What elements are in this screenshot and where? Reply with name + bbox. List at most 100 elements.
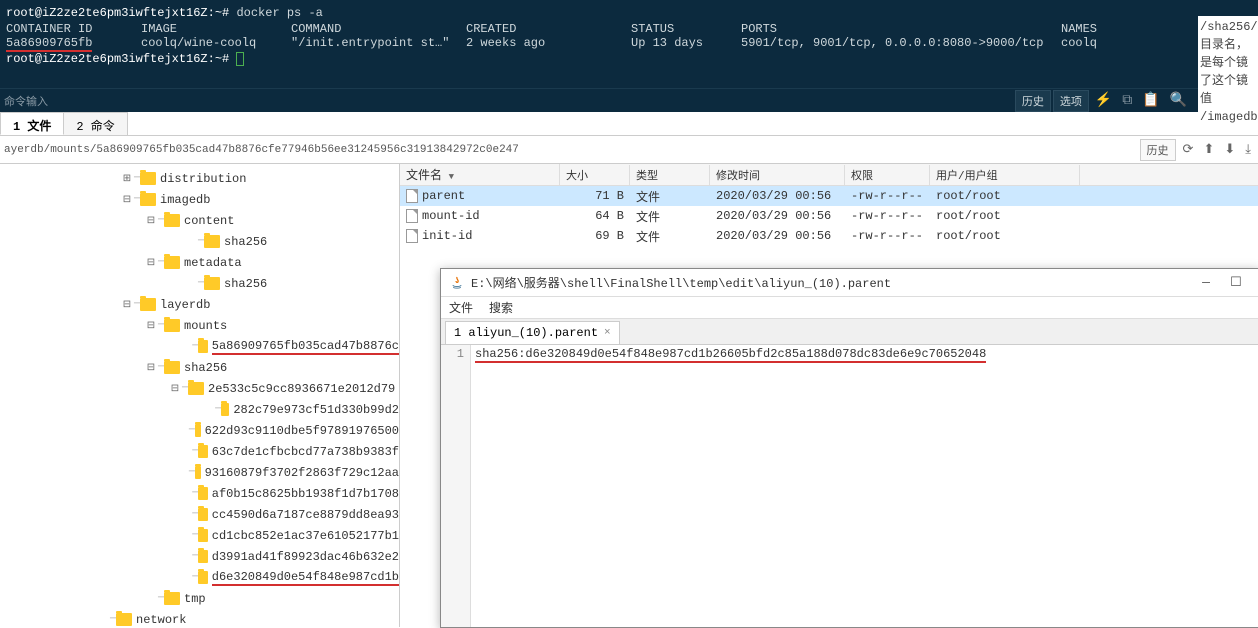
tree-node[interactable]: ⊞─distribution	[0, 168, 399, 189]
tree-node[interactable]: ─93160879f3702f2863f729c12aa	[0, 462, 399, 483]
download-all-icon[interactable]: ⤓	[1242, 140, 1254, 159]
col-perm[interactable]: 权限	[845, 165, 930, 185]
path-text[interactable]: ayerdb/mounts/5a86909765fb035cad47b8876c…	[4, 144, 1136, 156]
file-row[interactable]: parent71 B文件2020/03/29 00:56-rw-r--r--ro…	[400, 186, 1258, 206]
file-name: init-id	[422, 229, 472, 243]
folder-icon	[198, 550, 207, 563]
folder-icon	[140, 172, 156, 185]
folder-icon	[198, 508, 207, 521]
tree-node[interactable]: ─af0b15c8625bb1938f1d7b1708	[0, 483, 399, 504]
tree-node[interactable]: ─d6e320849d0e54f848e987cd1b	[0, 567, 399, 588]
tree-label: 622d93c9110dbe5f97891976500	[205, 424, 399, 438]
command-input-label[interactable]: 命令输入	[4, 93, 1015, 109]
folder-icon	[198, 487, 207, 500]
file-row[interactable]: mount-id64 B文件2020/03/29 00:56-rw-r--r--…	[400, 206, 1258, 226]
folder-tree[interactable]: ⊞─distribution⊟─imagedb⊟─content─sha256⊟…	[0, 164, 400, 627]
cursor-icon	[236, 52, 244, 66]
folder-icon	[204, 235, 220, 248]
download-icon[interactable]: ⬇	[1221, 140, 1238, 159]
refresh-icon[interactable]: ⟳	[1180, 140, 1197, 159]
file-owner: root/root	[930, 207, 1080, 225]
folder-icon	[198, 529, 207, 542]
tree-node[interactable]: ─tmp	[0, 588, 399, 609]
tree-node[interactable]: ─cc4590d6a7187ce8879dd8ea93	[0, 504, 399, 525]
tree-node[interactable]: ─282c79e973cf51d330b99d2	[0, 399, 399, 420]
folder-icon	[164, 319, 180, 332]
tree-node[interactable]: ⊟─metadata	[0, 252, 399, 273]
tree-node[interactable]: ─cd1cbc852e1ac37e61052177b1	[0, 525, 399, 546]
tree-label: sha256	[224, 277, 267, 291]
collapse-icon[interactable]: ⊟	[144, 215, 158, 227]
tree-node[interactable]: ─network	[0, 609, 399, 627]
path-history-button[interactable]: 历史	[1140, 139, 1176, 161]
folder-icon	[164, 256, 180, 269]
menu-search[interactable]: 搜索	[489, 299, 513, 316]
tree-label: sha256	[224, 235, 267, 249]
tree-node[interactable]: ─622d93c9110dbe5f97891976500	[0, 420, 399, 441]
collapse-icon[interactable]: ⊟	[144, 320, 158, 332]
minimize-button[interactable]: —	[1191, 275, 1221, 290]
file-type: 文件	[630, 206, 710, 227]
file-owner: root/root	[930, 227, 1080, 245]
col-date[interactable]: 修改时间	[710, 165, 845, 185]
tab-files[interactable]: 1 文件	[0, 112, 64, 135]
tree-node[interactable]: ─5a86909765fb035cad47b8876c	[0, 336, 399, 357]
collapse-icon[interactable]: ⊟	[144, 257, 158, 269]
file-name: mount-id	[422, 209, 480, 223]
terminal-data-row: 5a86909765fb coolq/wine-coolq "/init.ent…	[6, 36, 1252, 50]
bolt-icon[interactable]: ⚡	[1091, 90, 1116, 111]
col-size[interactable]: 大小	[560, 165, 630, 185]
maximize-button[interactable]: ☐	[1221, 275, 1251, 290]
file-row[interactable]: init-id69 B文件2020/03/29 00:56-rw-r--r--r…	[400, 226, 1258, 246]
tab-commands[interactable]: 2 命令	[63, 112, 127, 135]
file-perm: -rw-r--r--	[845, 207, 930, 225]
expand-icon[interactable]: ⊞	[120, 173, 134, 185]
tree-node[interactable]: ⊟─imagedb	[0, 189, 399, 210]
col-filename[interactable]: 文件名 ▼	[400, 164, 560, 185]
file-date: 2020/03/29 00:56	[710, 227, 845, 245]
tree-label: layerdb	[160, 298, 210, 312]
editor-tab-label: 1 aliyun_(10).parent	[454, 326, 598, 340]
terminal-panel: root@iZ2ze2te6pm3iwftejxt16Z:~# docker p…	[0, 0, 1258, 88]
tree-node[interactable]: ⊟─2e533c5c9cc8936671e2012d79	[0, 378, 399, 399]
search-icon[interactable]: 🔍	[1166, 90, 1191, 111]
tree-label: imagedb	[160, 193, 210, 207]
terminal-prompt-line[interactable]: root@iZ2ze2te6pm3iwftejxt16Z:~#	[6, 50, 1252, 68]
file-type: 文件	[630, 186, 710, 207]
upload-icon[interactable]: ⬆	[1200, 140, 1217, 159]
editor-titlebar[interactable]: E:\网络\服务器\shell\FinalShell\temp\edit\ali…	[441, 269, 1258, 297]
menu-file[interactable]: 文件	[449, 299, 473, 316]
tree-node[interactable]: ⊟─sha256	[0, 357, 399, 378]
col-owner[interactable]: 用户/用户组	[930, 165, 1080, 185]
tree-node[interactable]: ─63c7de1cfbcbcd77a738b9383f	[0, 441, 399, 462]
tree-label: network	[136, 613, 186, 627]
tree-node[interactable]: ─sha256	[0, 273, 399, 294]
collapse-icon[interactable]: ⊟	[168, 383, 182, 395]
tree-label: content	[184, 214, 234, 228]
tree-node[interactable]: ─d3991ad41f89923dac46b632e2	[0, 546, 399, 567]
options-button[interactable]: 选项	[1053, 90, 1089, 112]
editor-content[interactable]: sha256:d6e320849d0e54f848e987cd1b26605bf…	[471, 345, 1258, 627]
tree-node[interactable]: ⊟─content	[0, 210, 399, 231]
collapse-icon[interactable]: ⊟	[144, 362, 158, 374]
terminal-header-row: CONTAINER ID IMAGE COMMAND CREATED STATU…	[6, 22, 1252, 36]
folder-icon	[198, 340, 207, 353]
file-icon	[406, 229, 418, 243]
file-size: 69 B	[560, 227, 630, 245]
file-icon	[406, 209, 418, 223]
history-button[interactable]: 历史	[1015, 90, 1051, 112]
close-tab-icon[interactable]: ×	[604, 327, 611, 339]
path-bar: ayerdb/mounts/5a86909765fb035cad47b8876c…	[0, 136, 1258, 164]
tree-label: 63c7de1cfbcbcd77a738b9383f	[212, 445, 399, 459]
tree-node[interactable]: ⊟─mounts	[0, 315, 399, 336]
col-type[interactable]: 类型	[630, 165, 710, 185]
editor-body: 1 sha256:d6e320849d0e54f848e987cd1b26605…	[441, 345, 1258, 627]
tree-node[interactable]: ⊟─layerdb	[0, 294, 399, 315]
collapse-icon[interactable]: ⊟	[120, 194, 134, 206]
paste-icon[interactable]: 📋	[1138, 90, 1163, 111]
copy-icon[interactable]: ⧉	[1118, 91, 1136, 111]
editor-tab-active[interactable]: 1 aliyun_(10).parent ×	[445, 321, 620, 344]
tree-node[interactable]: ─sha256	[0, 231, 399, 252]
collapse-icon[interactable]: ⊟	[120, 299, 134, 311]
folder-icon	[116, 613, 132, 626]
